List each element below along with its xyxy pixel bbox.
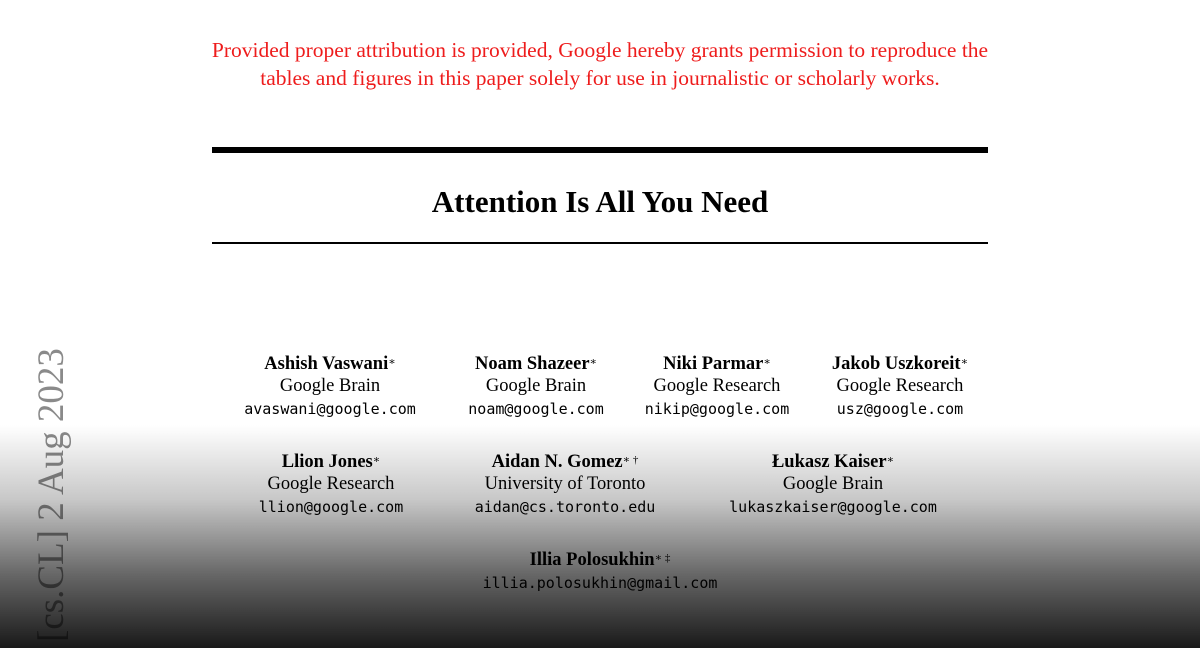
author-email[interactable]: avaswani@google.com (230, 397, 430, 421)
title-top-rule (212, 147, 988, 153)
author-affiliation: University of Toronto (484, 474, 646, 494)
author-mark: ∗ ‡ (654, 552, 671, 564)
author-block: Illia Polosukhin∗ ‡ illia.polosukhin@gma… (450, 549, 750, 595)
author-email[interactable]: noam@google.com (436, 397, 636, 421)
author-block: Llion Jones∗ Google Research llion@googl… (231, 451, 431, 519)
author-affiliation: Google Research (267, 474, 395, 494)
author-email[interactable]: illia.polosukhin@gmail.com (450, 571, 750, 595)
author-affiliation: Google Brain (279, 376, 381, 396)
author-name: Jakob Uszkoreit (831, 354, 961, 374)
author-email[interactable]: llion@google.com (231, 495, 431, 519)
author-block: Aidan N. Gomez∗ † University of Toronto … (450, 451, 680, 519)
author-name: Niki Parmar (663, 354, 764, 374)
author-affiliation: Google Research (653, 376, 781, 396)
paper-title: Attention Is All You Need (431, 184, 769, 219)
author-email[interactable]: nikip@google.com (622, 397, 812, 421)
author-mark: ∗ (763, 356, 771, 368)
author-mark: ∗ (960, 356, 969, 368)
author-name: Aidan N. Gomez (491, 452, 623, 472)
author-block: Niki Parmar∗ Google Research nikip@googl… (622, 353, 812, 421)
author-email[interactable]: aidan@cs.toronto.edu (450, 495, 680, 519)
author-mark: ∗ † (622, 454, 639, 466)
author-name: Illia Polosukhin (529, 550, 655, 570)
author-affiliation: Google Brain (782, 474, 884, 494)
author-affiliation: Google Brain (485, 376, 587, 396)
title-bottom-rule (212, 242, 988, 244)
author-name: Łukasz Kaiser (771, 452, 887, 472)
author-mark: ∗ (589, 356, 598, 368)
author-block: Jakob Uszkoreit∗ Google Research usz@goo… (810, 353, 990, 421)
permission-notice: Provided proper attribution is provided,… (211, 38, 989, 90)
author-name: Llion Jones (281, 452, 373, 472)
arxiv-stamp: [cs.CL] 2 Aug 2023 (31, 348, 72, 642)
author-email[interactable]: lukaszkaiser@google.com (708, 495, 958, 519)
author-block: Noam Shazeer∗ Google Brain noam@google.c… (436, 353, 636, 421)
author-mark: ∗ (886, 454, 895, 466)
author-mark: ∗ (372, 454, 381, 466)
author-email[interactable]: usz@google.com (810, 397, 990, 421)
author-block: Łukasz Kaiser∗ Google Brain lukaszkaiser… (708, 451, 958, 519)
author-block: Ashish Vaswani∗ Google Brain avaswani@go… (230, 353, 430, 421)
author-mark: ∗ (388, 356, 396, 368)
author-name: Ashish Vaswani (264, 354, 389, 374)
author-name: Noam Shazeer (474, 354, 590, 374)
author-affiliation: Google Research (836, 376, 964, 396)
